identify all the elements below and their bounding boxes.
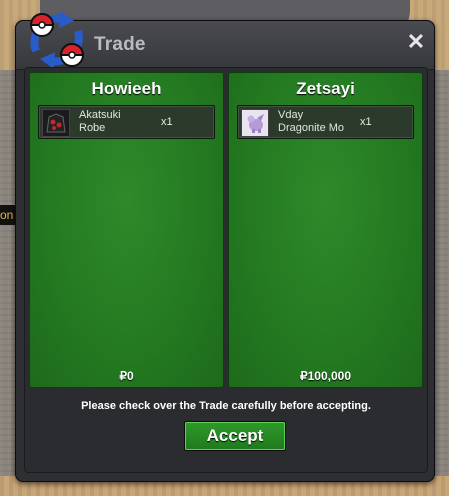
trade-logo-icon [29,11,85,69]
left-trade-item[interactable]: Akatsuki Robe x1 [38,105,215,139]
robe-icon [42,109,70,137]
right-trader-panel: Zetsayi Vday Dragonite Mo x1 ₽100,000 [228,72,423,388]
left-trader-name: Howieeh [91,79,162,98]
trade-notice: Please check over the Trade carefully be… [81,400,371,412]
right-trade-item[interactable]: Vday Dragonite Mo x1 [237,105,414,139]
accept-button[interactable]: Accept [184,421,286,451]
right-item-quantity: x1 [360,116,372,128]
dragonite-mount-icon [241,109,269,137]
trade-window: Trade ✕ Howieeh Akatsuki Robe x1 ₽0 Zets… [15,11,435,482]
right-money-offer: ₽100,000 [299,369,351,383]
left-money-offer: ₽0 [119,369,134,383]
right-trader-name: Zetsayi [296,79,355,98]
close-icon[interactable]: ✕ [406,31,426,53]
window-title: Trade [94,34,146,55]
left-trader-panel: Howieeh Akatsuki Robe x1 ₽0 [29,72,224,388]
left-item-quantity: x1 [161,116,173,128]
trade-content: Howieeh Akatsuki Robe x1 ₽0 Zetsayi Vday… [24,67,428,473]
